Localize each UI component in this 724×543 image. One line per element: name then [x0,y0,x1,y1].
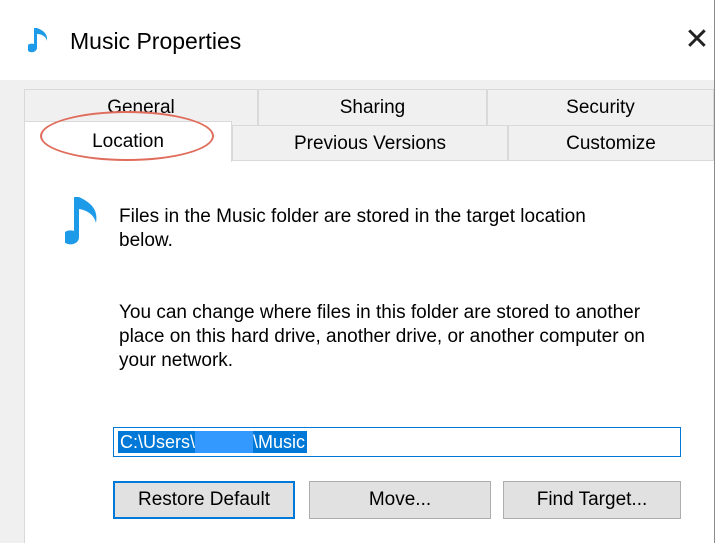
tab-label: Sharing [339,96,406,118]
title-bar: Music Properties ✕ [0,0,714,80]
restore-default-button[interactable]: Restore Default [113,481,295,519]
tab-sharing[interactable]: Sharing [258,89,487,125]
tab-previous-versions[interactable]: Previous Versions [232,125,508,161]
path-suffix: \Music [253,432,306,452]
tab-label: Location [92,131,164,152]
properties-dialog: Music Properties ✕ General Sharing Secur… [0,0,715,543]
tab-customize[interactable]: Customize [508,125,714,161]
selected-path-text: C:\Users\ \Music [118,431,308,453]
tab-security[interactable]: Security [487,89,714,125]
path-prefix: C:\Users\ [120,432,196,452]
tab-label: Previous Versions [293,132,447,154]
tab-label: Customize [566,132,656,154]
tab-location[interactable]: Location [24,121,232,162]
tab-label: General [107,96,175,118]
info-text: Files in the Music folder are stored in … [119,206,586,251]
description-text: You can change where files in this folde… [119,302,645,371]
close-button[interactable]: ✕ [680,22,714,56]
location-tab-panel: Files in the Music folder are stored in … [24,160,714,543]
redacted-username [195,431,254,453]
music-note-icon [28,28,48,53]
tab-label: Security [566,96,635,118]
find-target-button[interactable]: Find Target... [503,481,681,519]
close-icon: ✕ [684,22,710,56]
music-note-icon [65,197,97,245]
location-path-input[interactable]: C:\Users\ \Music [113,427,681,457]
window-title: Music Properties [70,28,242,54]
tab-general[interactable]: General [24,89,258,125]
move-button[interactable]: Move... [309,481,491,519]
